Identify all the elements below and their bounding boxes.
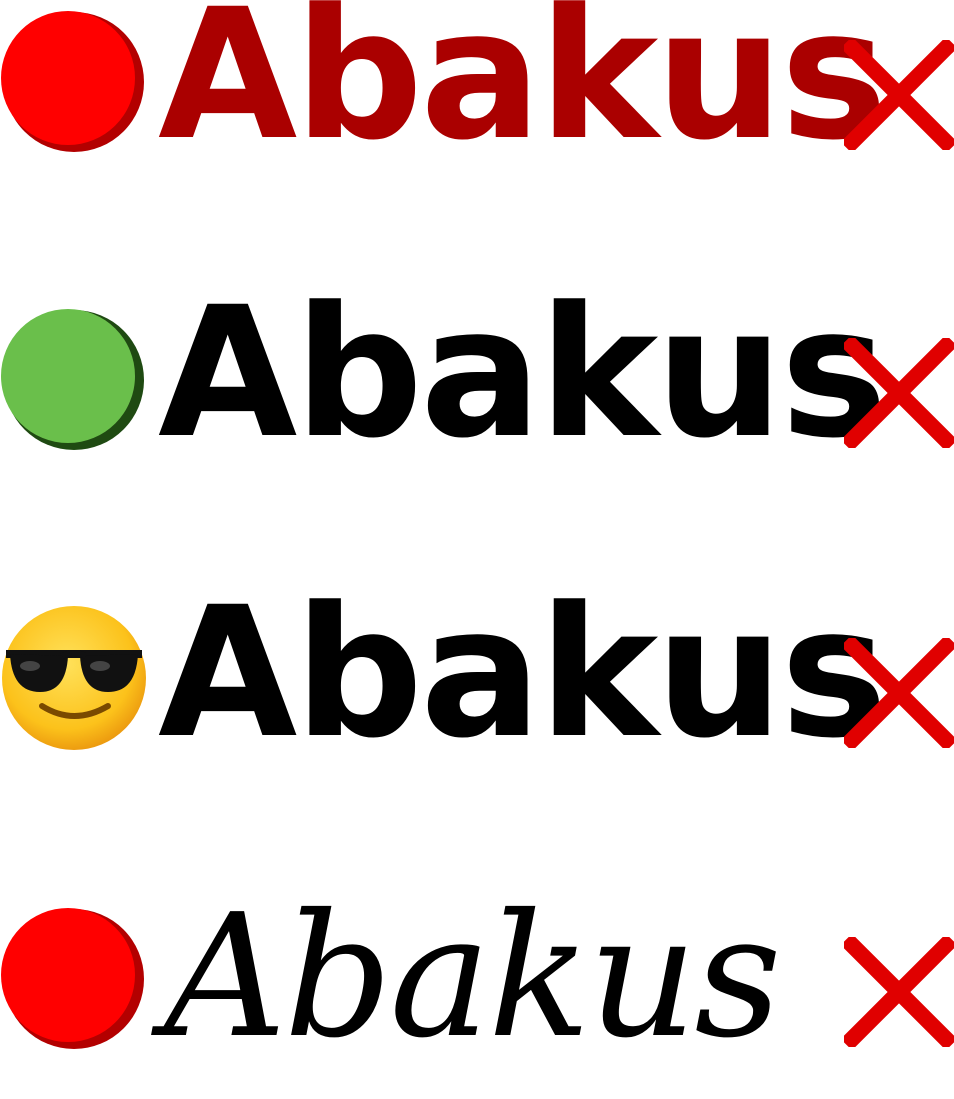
abakus-label: Abakus (158, 269, 888, 478)
abakus-label: Abakus (158, 0, 888, 180)
close-icon[interactable] (844, 937, 954, 1047)
red-circle-icon (1, 908, 144, 1049)
list-item: Abakus (0, 284, 954, 464)
abakus-label: Abakus (164, 878, 782, 1076)
abakus-label: Abakus (158, 569, 888, 778)
sunglasses-emoji-icon (2, 606, 146, 750)
green-circle-icon (1, 309, 144, 450)
list-item: Abakus (0, 887, 954, 1067)
close-icon[interactable] (844, 40, 954, 150)
close-icon[interactable] (844, 638, 954, 748)
list-item: Abakus (0, 584, 954, 764)
close-icon[interactable] (844, 338, 954, 448)
list-item: Abakus (0, 0, 954, 166)
red-circle-icon (1, 11, 144, 152)
